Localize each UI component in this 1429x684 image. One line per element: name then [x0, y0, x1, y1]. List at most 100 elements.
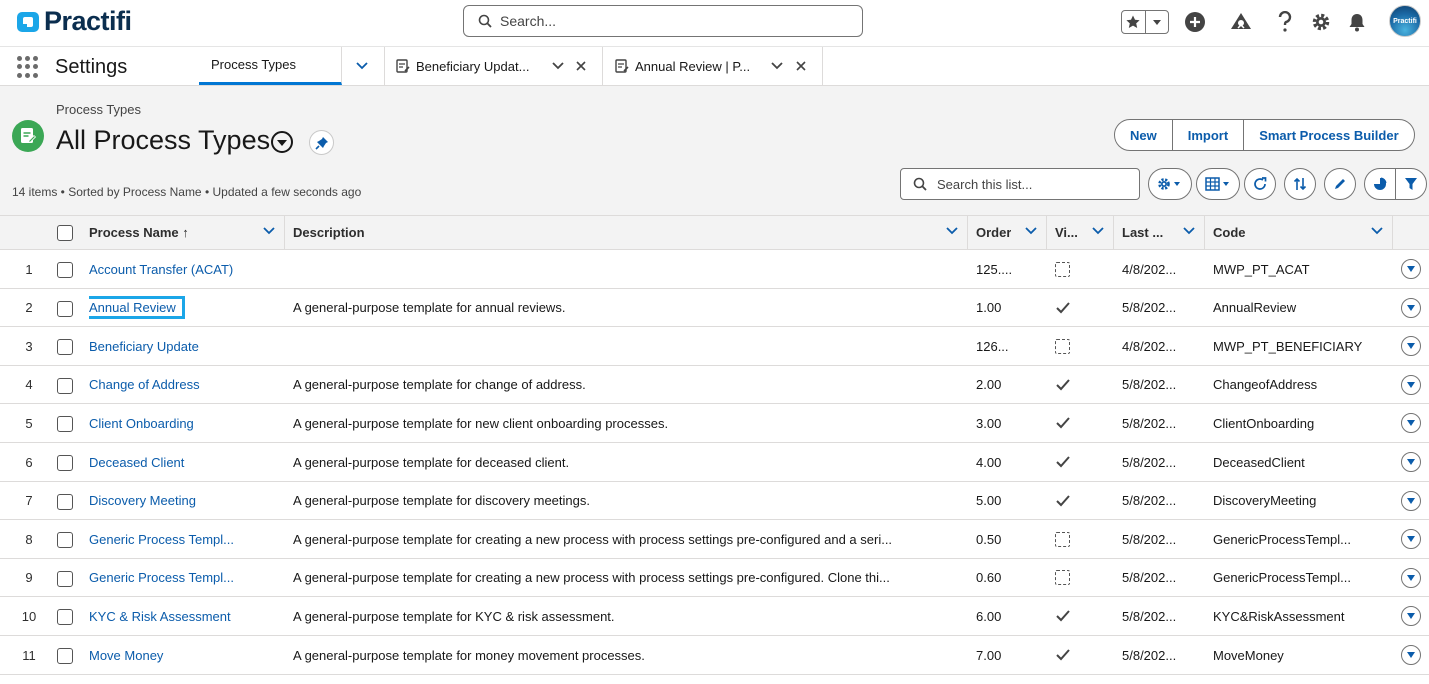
row-actions-button[interactable]	[1401, 413, 1421, 434]
notifications-button[interactable]	[1344, 9, 1370, 35]
process-name-link[interactable]: Discovery Meeting	[89, 489, 202, 512]
chart-button[interactable]	[1365, 169, 1395, 199]
chevron-down-icon	[356, 62, 368, 70]
process-name-link[interactable]: Change of Address	[89, 373, 206, 396]
help-button[interactable]	[1272, 9, 1298, 35]
process-name-link[interactable]: Client Onboarding	[89, 412, 200, 435]
row-actions-button[interactable]	[1401, 259, 1421, 279]
row-actions-button[interactable]	[1401, 606, 1421, 627]
list-search-input[interactable]: Search this list...	[900, 168, 1140, 200]
process-name-link[interactable]: Beneficiary Update	[89, 335, 205, 358]
unchecked-box-icon	[1055, 570, 1070, 586]
table-row[interactable]: 4 Change of Address A general-purpose temp…	[0, 365, 1429, 405]
column-last-modified[interactable]: Last ...	[1114, 216, 1205, 249]
row-actions-button[interactable]	[1401, 567, 1421, 588]
close-icon[interactable]	[575, 60, 587, 72]
process-name-link[interactable]: Move Money	[89, 644, 169, 667]
row-checkbox[interactable]	[57, 416, 73, 433]
table-row[interactable]: 6 Deceased Client A general-purpose templa…	[0, 443, 1429, 482]
row-checkbox[interactable]	[57, 570, 73, 587]
select-all-checkbox[interactable]	[57, 225, 73, 241]
column-process-name[interactable]: Process Name ↑	[81, 216, 285, 249]
setup-button[interactable]	[1308, 9, 1334, 35]
row-actions-button[interactable]	[1401, 336, 1421, 357]
process-name-link[interactable]: Generic Process Templ...	[89, 528, 240, 551]
process-name-cell: Annual Review	[89, 289, 279, 327]
tab-overflow-menu[interactable]	[342, 47, 385, 85]
row-checkbox[interactable]	[57, 377, 73, 394]
row-checkbox[interactable]	[57, 532, 73, 549]
table-row[interactable]: 9 Generic Process Templ... A general-purpo…	[0, 558, 1429, 598]
table-row[interactable]: 5 Client Onboarding A general-purpose temp…	[0, 404, 1429, 443]
row-actions-button[interactable]	[1401, 529, 1421, 550]
row-actions-button[interactable]	[1401, 297, 1421, 318]
checkmark-icon	[1056, 494, 1070, 507]
process-name-link[interactable]: Account Transfer (ACAT)	[89, 258, 239, 281]
tab-process-types[interactable]: Process Types	[199, 47, 342, 85]
chevron-down-icon[interactable]	[1024, 226, 1038, 236]
row-number: 9	[25, 570, 33, 586]
close-icon[interactable]	[795, 60, 807, 72]
global-add-button[interactable]	[1182, 9, 1208, 35]
chevron-down-icon[interactable]	[1370, 226, 1384, 236]
row-actions-button[interactable]	[1401, 645, 1421, 665]
edit-list-button[interactable]	[1324, 168, 1356, 200]
trailhead-button[interactable]	[1228, 9, 1254, 35]
row-checkbox[interactable]	[57, 455, 73, 471]
list-view-picker-icon[interactable]	[270, 130, 294, 154]
practifi-logo[interactable]: Practifi	[16, 6, 132, 37]
chevron-down-icon[interactable]	[945, 226, 959, 236]
column-visible[interactable]: Vi...	[1047, 216, 1114, 249]
app-launcher-icon[interactable]	[17, 56, 39, 78]
smart-process-builder-button[interactable]: Smart Process Builder	[1243, 120, 1413, 150]
row-actions-button[interactable]	[1401, 374, 1421, 395]
user-avatar[interactable]: Practifi	[1389, 5, 1421, 37]
caret-down-icon	[1407, 574, 1415, 581]
global-search-input[interactable]: Search...	[463, 5, 863, 37]
filter-button[interactable]	[1395, 169, 1426, 199]
table-row[interactable]: 1 Account Transfer (ACAT) 125.... 4/8/202..…	[0, 250, 1429, 289]
column-label: Code	[1213, 225, 1246, 240]
list-settings-button[interactable]	[1148, 168, 1192, 200]
chevron-down-icon[interactable]	[1182, 226, 1196, 236]
process-name-link[interactable]: Generic Process Templ...	[89, 566, 240, 589]
pin-list-button[interactable]	[309, 130, 334, 155]
table-row[interactable]: 7 Discovery Meeting A general-purpose temp…	[0, 481, 1429, 521]
row-number: 4	[25, 377, 33, 393]
row-actions-button[interactable]	[1401, 452, 1421, 472]
row-checkbox[interactable]	[57, 262, 73, 278]
row-checkbox[interactable]	[57, 300, 73, 317]
row-checkbox[interactable]	[57, 648, 73, 664]
table-row[interactable]: 2 Annual Review A general-purpose template…	[0, 288, 1429, 328]
sort-button[interactable]	[1284, 168, 1316, 200]
row-checkbox[interactable]	[57, 609, 73, 626]
chevron-down-icon[interactable]	[551, 61, 565, 71]
table-row[interactable]: 8 Generic Process Templ... A general-purpo…	[0, 520, 1429, 559]
code-cell: MoveMoney	[1213, 647, 1284, 663]
tab-label: Process Types	[211, 57, 297, 72]
tab-annual-review[interactable]: Annual Review | P...	[603, 47, 823, 85]
tab-beneficiary-update[interactable]: Beneficiary Updat...	[385, 47, 603, 85]
column-order[interactable]: Order	[968, 216, 1047, 249]
display-as-button[interactable]	[1196, 168, 1240, 200]
row-checkbox[interactable]	[57, 339, 73, 356]
row-actions-button[interactable]	[1401, 490, 1421, 511]
favorites-star-button[interactable]	[1122, 11, 1145, 33]
new-button[interactable]: New	[1115, 120, 1172, 150]
process-name-link[interactable]: Deceased Client	[89, 451, 190, 474]
table-row[interactable]: 3 Beneficiary Update 126... 4/8/202... MWP_P…	[0, 327, 1429, 366]
import-button[interactable]: Import	[1171, 120, 1243, 150]
chevron-down-icon[interactable]	[262, 226, 276, 236]
chevron-down-icon[interactable]	[770, 61, 784, 71]
refresh-button[interactable]	[1244, 168, 1276, 200]
table-row[interactable]: 11 Move Money A general-purpose template f…	[0, 636, 1429, 675]
chevron-down-icon[interactable]	[1091, 226, 1105, 236]
row-checkbox[interactable]	[57, 493, 73, 510]
process-name-link[interactable]: KYC & Risk Assessment	[89, 605, 237, 628]
column-code[interactable]: Code	[1205, 216, 1393, 249]
process-name-link[interactable]: Annual Review	[89, 296, 185, 320]
visible-cell	[1055, 520, 1095, 558]
favorites-menu-button[interactable]	[1144, 11, 1168, 33]
column-description[interactable]: Description	[285, 216, 968, 249]
table-row[interactable]: 10 KYC & Risk Assessment A general-purpose…	[0, 597, 1429, 636]
